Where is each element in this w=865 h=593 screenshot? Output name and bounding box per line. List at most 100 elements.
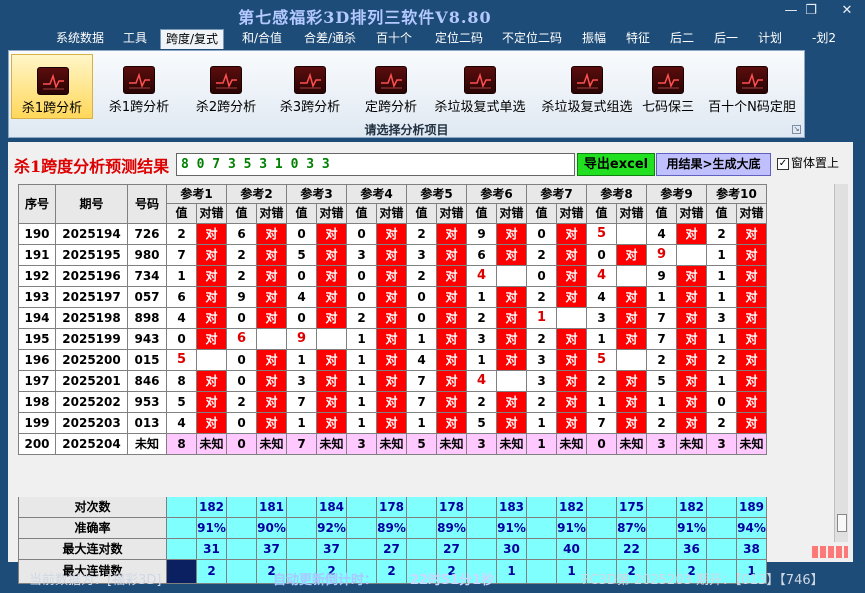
menu-item[interactable]: 计划 (752, 29, 788, 49)
row-num: 846 (128, 371, 167, 392)
header-val: 值 (167, 204, 197, 224)
menu-item[interactable]: 不定位二码 (496, 29, 568, 49)
stat-pad (527, 539, 557, 560)
stat-pad (287, 518, 317, 539)
menu-item[interactable]: 振幅 (576, 29, 612, 49)
header-hit: 对错 (197, 204, 227, 224)
header-val: 值 (287, 204, 317, 224)
value-cell: 3 (527, 350, 557, 371)
value-cell: 9 (467, 224, 497, 245)
value-cell: 1 (347, 371, 377, 392)
close-icon[interactable]: ✕ (836, 3, 858, 18)
value-cell: 2 (407, 224, 437, 245)
stat-value: 22 (617, 539, 647, 560)
stat-value: 31 (197, 539, 227, 560)
miss-cell (617, 350, 647, 371)
menu-item[interactable]: 后一 (708, 29, 744, 49)
header-ref: 参考7 (527, 184, 587, 204)
resize-grip-icon[interactable] (812, 546, 848, 558)
generate-base-button[interactable]: 用结果>生成大底 (656, 153, 771, 176)
value-cell: 5 (167, 392, 197, 413)
value-cell: 0 (347, 266, 377, 287)
tool-button[interactable]: 杀1跨分析 (101, 54, 177, 119)
menu-item[interactable]: -划2 (806, 29, 842, 49)
menu-item[interactable]: 系统数据 (52, 29, 108, 49)
hit-cell: 对 (317, 224, 347, 245)
menu-item[interactable]: 特征 (620, 29, 656, 49)
pred-unknown: 未知 (377, 434, 407, 455)
export-excel-button[interactable]: 导出excel (577, 153, 655, 176)
tool-button[interactable]: 杀3跨分析 (268, 54, 352, 119)
checkbox-check-icon[interactable]: ✓ (777, 157, 789, 170)
header-ref: 参考8 (587, 184, 647, 204)
vertical-scrollbar[interactable] (834, 184, 848, 542)
tool-button[interactable]: 百十个N码定胆 (699, 54, 805, 119)
hit-cell: 对 (317, 413, 347, 434)
status-bar: 当前数据为：[福彩3D] 自动更新倒计时： 22时51分1秒 FC3D第 202… (0, 562, 865, 593)
ribbon-expand-icon[interactable]: ↘ (792, 125, 801, 134)
result-field[interactable]: 8 0 7 3 5 3 1 0 3 3 (176, 153, 575, 176)
menu-item[interactable]: 定位二码 (428, 29, 490, 49)
stat-pad (407, 497, 437, 518)
tool-button[interactable]: 定跨分析 (354, 54, 428, 119)
pred-unknown: 未知 (677, 434, 707, 455)
pred-unknown: 未知 (437, 434, 467, 455)
hit-cell: 对 (677, 266, 707, 287)
value-cell: 2 (527, 329, 557, 350)
tool-button[interactable]: 七码保三 (640, 54, 696, 119)
pred-unknown: 未知 (737, 434, 767, 455)
value-cell: 1 (347, 329, 377, 350)
tool-label: 杀1跨分析 (108, 100, 170, 115)
value-cell: 2 (647, 413, 677, 434)
value-cell: 3 (587, 308, 617, 329)
tool-button[interactable]: 杀垃圾复式组选 (536, 54, 638, 119)
menu-item[interactable]: 合差/通杀 (298, 29, 362, 49)
tool-label: 杀垃圾复式组选 (541, 100, 633, 115)
header-val: 值 (227, 204, 257, 224)
restore-icon[interactable]: ❐ (800, 3, 822, 18)
hit-cell: 对 (557, 392, 587, 413)
menu-item[interactable]: 工具 (118, 29, 152, 49)
hit-cell: 对 (377, 224, 407, 245)
hit-cell: 对 (257, 308, 287, 329)
value-cell: 6 (227, 224, 257, 245)
stat-value: 40 (557, 539, 587, 560)
header-issue: 期号 (56, 184, 128, 224)
tool-button[interactable]: 杀1跨分析 (11, 54, 93, 119)
header-ref: 参考4 (347, 184, 407, 204)
header-hit: 对错 (317, 204, 347, 224)
value-cell: 1 (287, 413, 317, 434)
value-cell: 4 (167, 413, 197, 434)
stat-pad (347, 497, 377, 518)
scrollbar-thumb[interactable] (837, 514, 847, 532)
hit-cell: 对 (257, 371, 287, 392)
row-issue: 2025200 (56, 350, 128, 371)
menu-item[interactable]: 后二 (664, 29, 700, 49)
hit-cell: 对 (437, 224, 467, 245)
hit-cell: 对 (737, 371, 767, 392)
stat-value: 182 (197, 497, 227, 518)
tool-button[interactable]: 杀垃圾复式单选 (429, 54, 531, 119)
header-val: 值 (707, 204, 737, 224)
hit-cell: 对 (677, 287, 707, 308)
hit-cell: 对 (437, 350, 467, 371)
stat-pad (407, 539, 437, 560)
hit-cell: 对 (617, 371, 647, 392)
stat-pad (467, 539, 497, 560)
menu-item[interactable]: 跨度/复式 (160, 29, 224, 49)
topmost-checkbox[interactable]: ✓ 窗体置上 (777, 154, 839, 171)
row-seq: 193 (18, 287, 56, 308)
stat-pad (347, 539, 377, 560)
menu-item[interactable]: 百十个 (372, 29, 416, 49)
hit-cell: 对 (317, 245, 347, 266)
row-num: 015 (128, 350, 167, 371)
minimize-icon[interactable]: — (780, 3, 802, 18)
value-cell: 2 (707, 224, 737, 245)
value-cell: 1 (347, 413, 377, 434)
row-issue: 2025194 (56, 224, 128, 245)
header-val: 值 (407, 204, 437, 224)
tool-label: 定跨分析 (364, 100, 417, 115)
tool-button[interactable]: 杀2跨分析 (184, 54, 268, 119)
stat-label: 准确率 (18, 518, 167, 539)
menu-item[interactable]: 和/合值 (238, 29, 286, 49)
